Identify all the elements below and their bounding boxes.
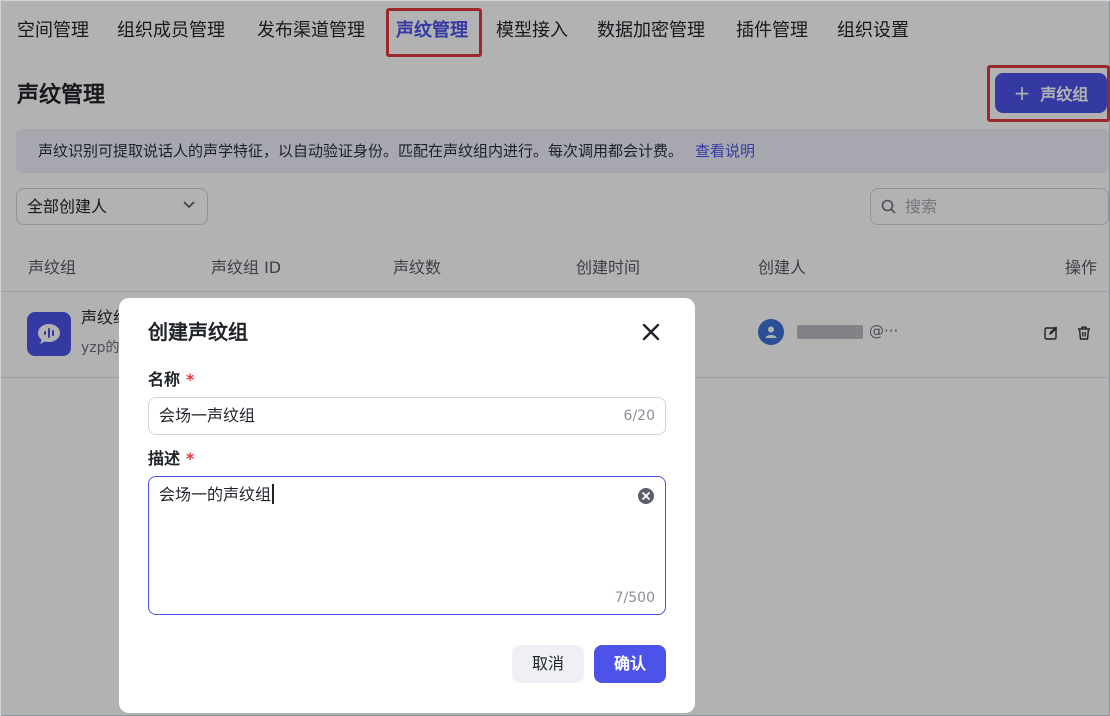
close-icon[interactable]: [641, 322, 661, 342]
clear-icon[interactable]: [637, 487, 655, 505]
name-field-label: 名称 *: [148, 369, 194, 391]
voiceprint-page: 空间管理 组织成员管理 发布渠道管理 声纹管理 模型接入 数据加密管理 插件管理…: [0, 0, 1110, 716]
name-input-value: 会场一声纹组: [159, 406, 256, 425]
description-char-count: 7/500: [614, 590, 655, 606]
confirm-button[interactable]: 确认: [594, 645, 666, 683]
description-field-label: 描述 *: [148, 448, 194, 470]
required-mark: *: [186, 370, 195, 389]
description-textarea[interactable]: 会场一的声纹组 7/500: [148, 476, 666, 615]
name-label-text: 名称: [148, 370, 181, 389]
name-char-count: 6/20: [623, 408, 655, 424]
name-input[interactable]: 会场一声纹组 6/20: [148, 397, 666, 435]
required-mark: *: [186, 449, 195, 468]
description-value: 会场一的声纹组: [159, 485, 272, 504]
text-caret: [272, 484, 275, 504]
dialog-title: 创建声纹组: [148, 320, 248, 344]
create-voiceprint-group-dialog: 创建声纹组 名称 * 会场一声纹组 6/20 描述 * 会场一的声纹组 7/500 …: [119, 298, 695, 713]
cancel-button[interactable]: 取消: [512, 645, 584, 683]
description-label-text: 描述: [148, 449, 181, 468]
